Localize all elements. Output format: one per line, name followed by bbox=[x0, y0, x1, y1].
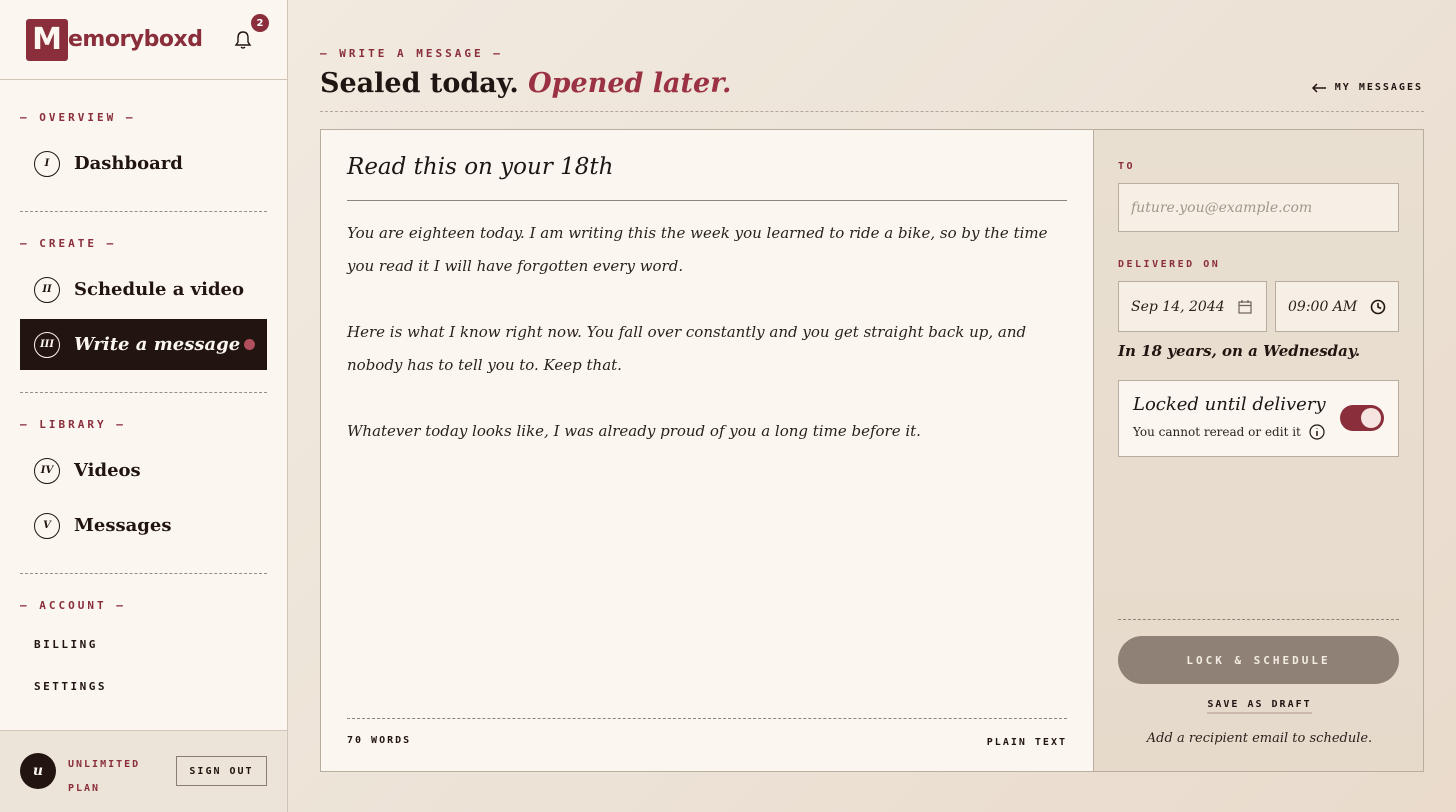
nav-item-write-message[interactable]: III Write a message bbox=[20, 319, 267, 370]
message-body-textarea[interactable]: You are eighteen today. I am writing thi… bbox=[347, 217, 1067, 481]
calendar-icon[interactable] bbox=[1238, 299, 1252, 315]
format-label: PLAIN TEXT bbox=[986, 737, 1067, 748]
back-link-label: MY MESSAGES bbox=[1334, 82, 1423, 93]
message-paragraph: Here is what I know right now. You fall … bbox=[347, 323, 1027, 374]
billing-link[interactable]: BILLING bbox=[34, 638, 98, 651]
plan-line-1: UNLIMITED bbox=[68, 759, 141, 770]
page-eyebrow: — WRITE A MESSAGE — bbox=[320, 47, 503, 60]
lock-subtitle-text: You cannot reread or edit it bbox=[1133, 425, 1301, 439]
page-title: Sealed today. Opened later. bbox=[320, 68, 731, 99]
nav-item-dashboard[interactable]: I Dashboard bbox=[20, 138, 267, 189]
lock-schedule-button[interactable]: LOCK & SCHEDULE bbox=[1118, 636, 1399, 684]
schedule-hint: Add a recipient email to schedule. bbox=[1146, 731, 1373, 746]
numeral-icon: II bbox=[34, 276, 60, 303]
nav-label: Schedule a video bbox=[74, 279, 244, 300]
time-value: 09:00 AM bbox=[1288, 298, 1358, 315]
numeral-icon: IV bbox=[34, 457, 60, 484]
nav-item-videos[interactable]: IV Videos bbox=[20, 445, 267, 496]
recipient-email-field[interactable] bbox=[1118, 183, 1399, 232]
lock-option: Locked until delivery You cannot reread … bbox=[1118, 380, 1399, 457]
to-label: TO bbox=[1118, 161, 1136, 172]
divider bbox=[20, 573, 267, 574]
notification-badge: 2 bbox=[251, 14, 269, 32]
clock-icon[interactable] bbox=[1370, 299, 1386, 315]
plan-line-2: PLAN bbox=[68, 783, 101, 794]
delivery-panel: TO DELIVERED ON Sep 14, 2044 09:00 AM In… bbox=[1093, 129, 1424, 772]
nav-label: Dashboard bbox=[74, 153, 183, 174]
message-paragraph: Whatever today looks like, I was already… bbox=[347, 422, 921, 440]
arrow-left-icon bbox=[1311, 82, 1326, 93]
nav-item-messages[interactable]: V Messages bbox=[20, 500, 267, 551]
plan-label: UNLIMITED PLAN bbox=[68, 753, 158, 801]
divider bbox=[20, 392, 267, 393]
message-title-input[interactable]: Read this on your 18th bbox=[347, 154, 1067, 201]
save-draft-link[interactable]: SAVE AS DRAFT bbox=[1207, 699, 1312, 714]
settings-link[interactable]: SETTINGS bbox=[34, 680, 107, 693]
avatar[interactable]: u bbox=[20, 753, 56, 789]
lock-title: Locked until delivery bbox=[1133, 394, 1326, 415]
numeral-icon: I bbox=[34, 150, 60, 177]
logo-text[interactable]: emoryboxd bbox=[68, 27, 203, 52]
nav-label: Messages bbox=[74, 515, 172, 536]
date-value: Sep 14, 2044 bbox=[1131, 298, 1225, 315]
message-editor: Read this on your 18th You are eighteen … bbox=[320, 129, 1094, 772]
section-library: — LIBRARY — bbox=[20, 418, 126, 431]
numeral-icon: V bbox=[34, 512, 60, 539]
toggle-knob bbox=[1361, 408, 1381, 428]
section-create: — CREATE — bbox=[20, 237, 117, 250]
active-indicator bbox=[244, 339, 255, 350]
divider bbox=[20, 211, 267, 212]
sidebar-footer: u UNLIMITED PLAN SIGN OUT bbox=[0, 730, 287, 812]
sign-out-button[interactable]: SIGN OUT bbox=[176, 756, 267, 786]
editor-footer: 70 WORDS PLAIN TEXT bbox=[347, 718, 1067, 748]
bell-icon[interactable] bbox=[234, 30, 252, 50]
my-messages-link[interactable]: MY MESSAGES bbox=[1311, 82, 1423, 93]
brand: M emoryboxd 2 bbox=[0, 0, 287, 80]
section-account: — ACCOUNT — bbox=[20, 599, 126, 612]
nav-item-schedule-video[interactable]: II Schedule a video bbox=[20, 264, 267, 315]
panel-divider bbox=[1118, 619, 1399, 620]
info-icon[interactable] bbox=[1309, 424, 1325, 440]
lock-toggle[interactable] bbox=[1340, 405, 1384, 431]
numeral-icon: III bbox=[34, 331, 60, 358]
date-field[interactable]: Sep 14, 2044 bbox=[1118, 281, 1267, 332]
title-accent: Opened later. bbox=[528, 68, 732, 99]
nav-label: Videos bbox=[74, 460, 141, 481]
title-divider bbox=[320, 111, 1424, 112]
delivery-note: In 18 years, on a Wednesday. bbox=[1118, 342, 1361, 360]
time-field[interactable]: 09:00 AM bbox=[1275, 281, 1399, 332]
recipient-email-input[interactable] bbox=[1131, 199, 1398, 216]
lock-subtitle: You cannot reread or edit it bbox=[1133, 424, 1325, 440]
word-count: 70 WORDS bbox=[347, 735, 412, 746]
sidebar: M emoryboxd 2 — OVERVIEW — I Dashboard —… bbox=[0, 0, 288, 812]
section-overview: — OVERVIEW — bbox=[20, 111, 136, 124]
message-paragraph: You are eighteen today. I am writing thi… bbox=[347, 224, 1048, 275]
save-draft-row: SAVE AS DRAFT bbox=[1094, 699, 1425, 714]
delivered-on-label: DELIVERED ON bbox=[1118, 259, 1221, 270]
logo-mark[interactable]: M bbox=[26, 18, 68, 61]
nav-label: Write a message bbox=[74, 334, 241, 355]
title-plain: Sealed today. bbox=[320, 68, 519, 99]
